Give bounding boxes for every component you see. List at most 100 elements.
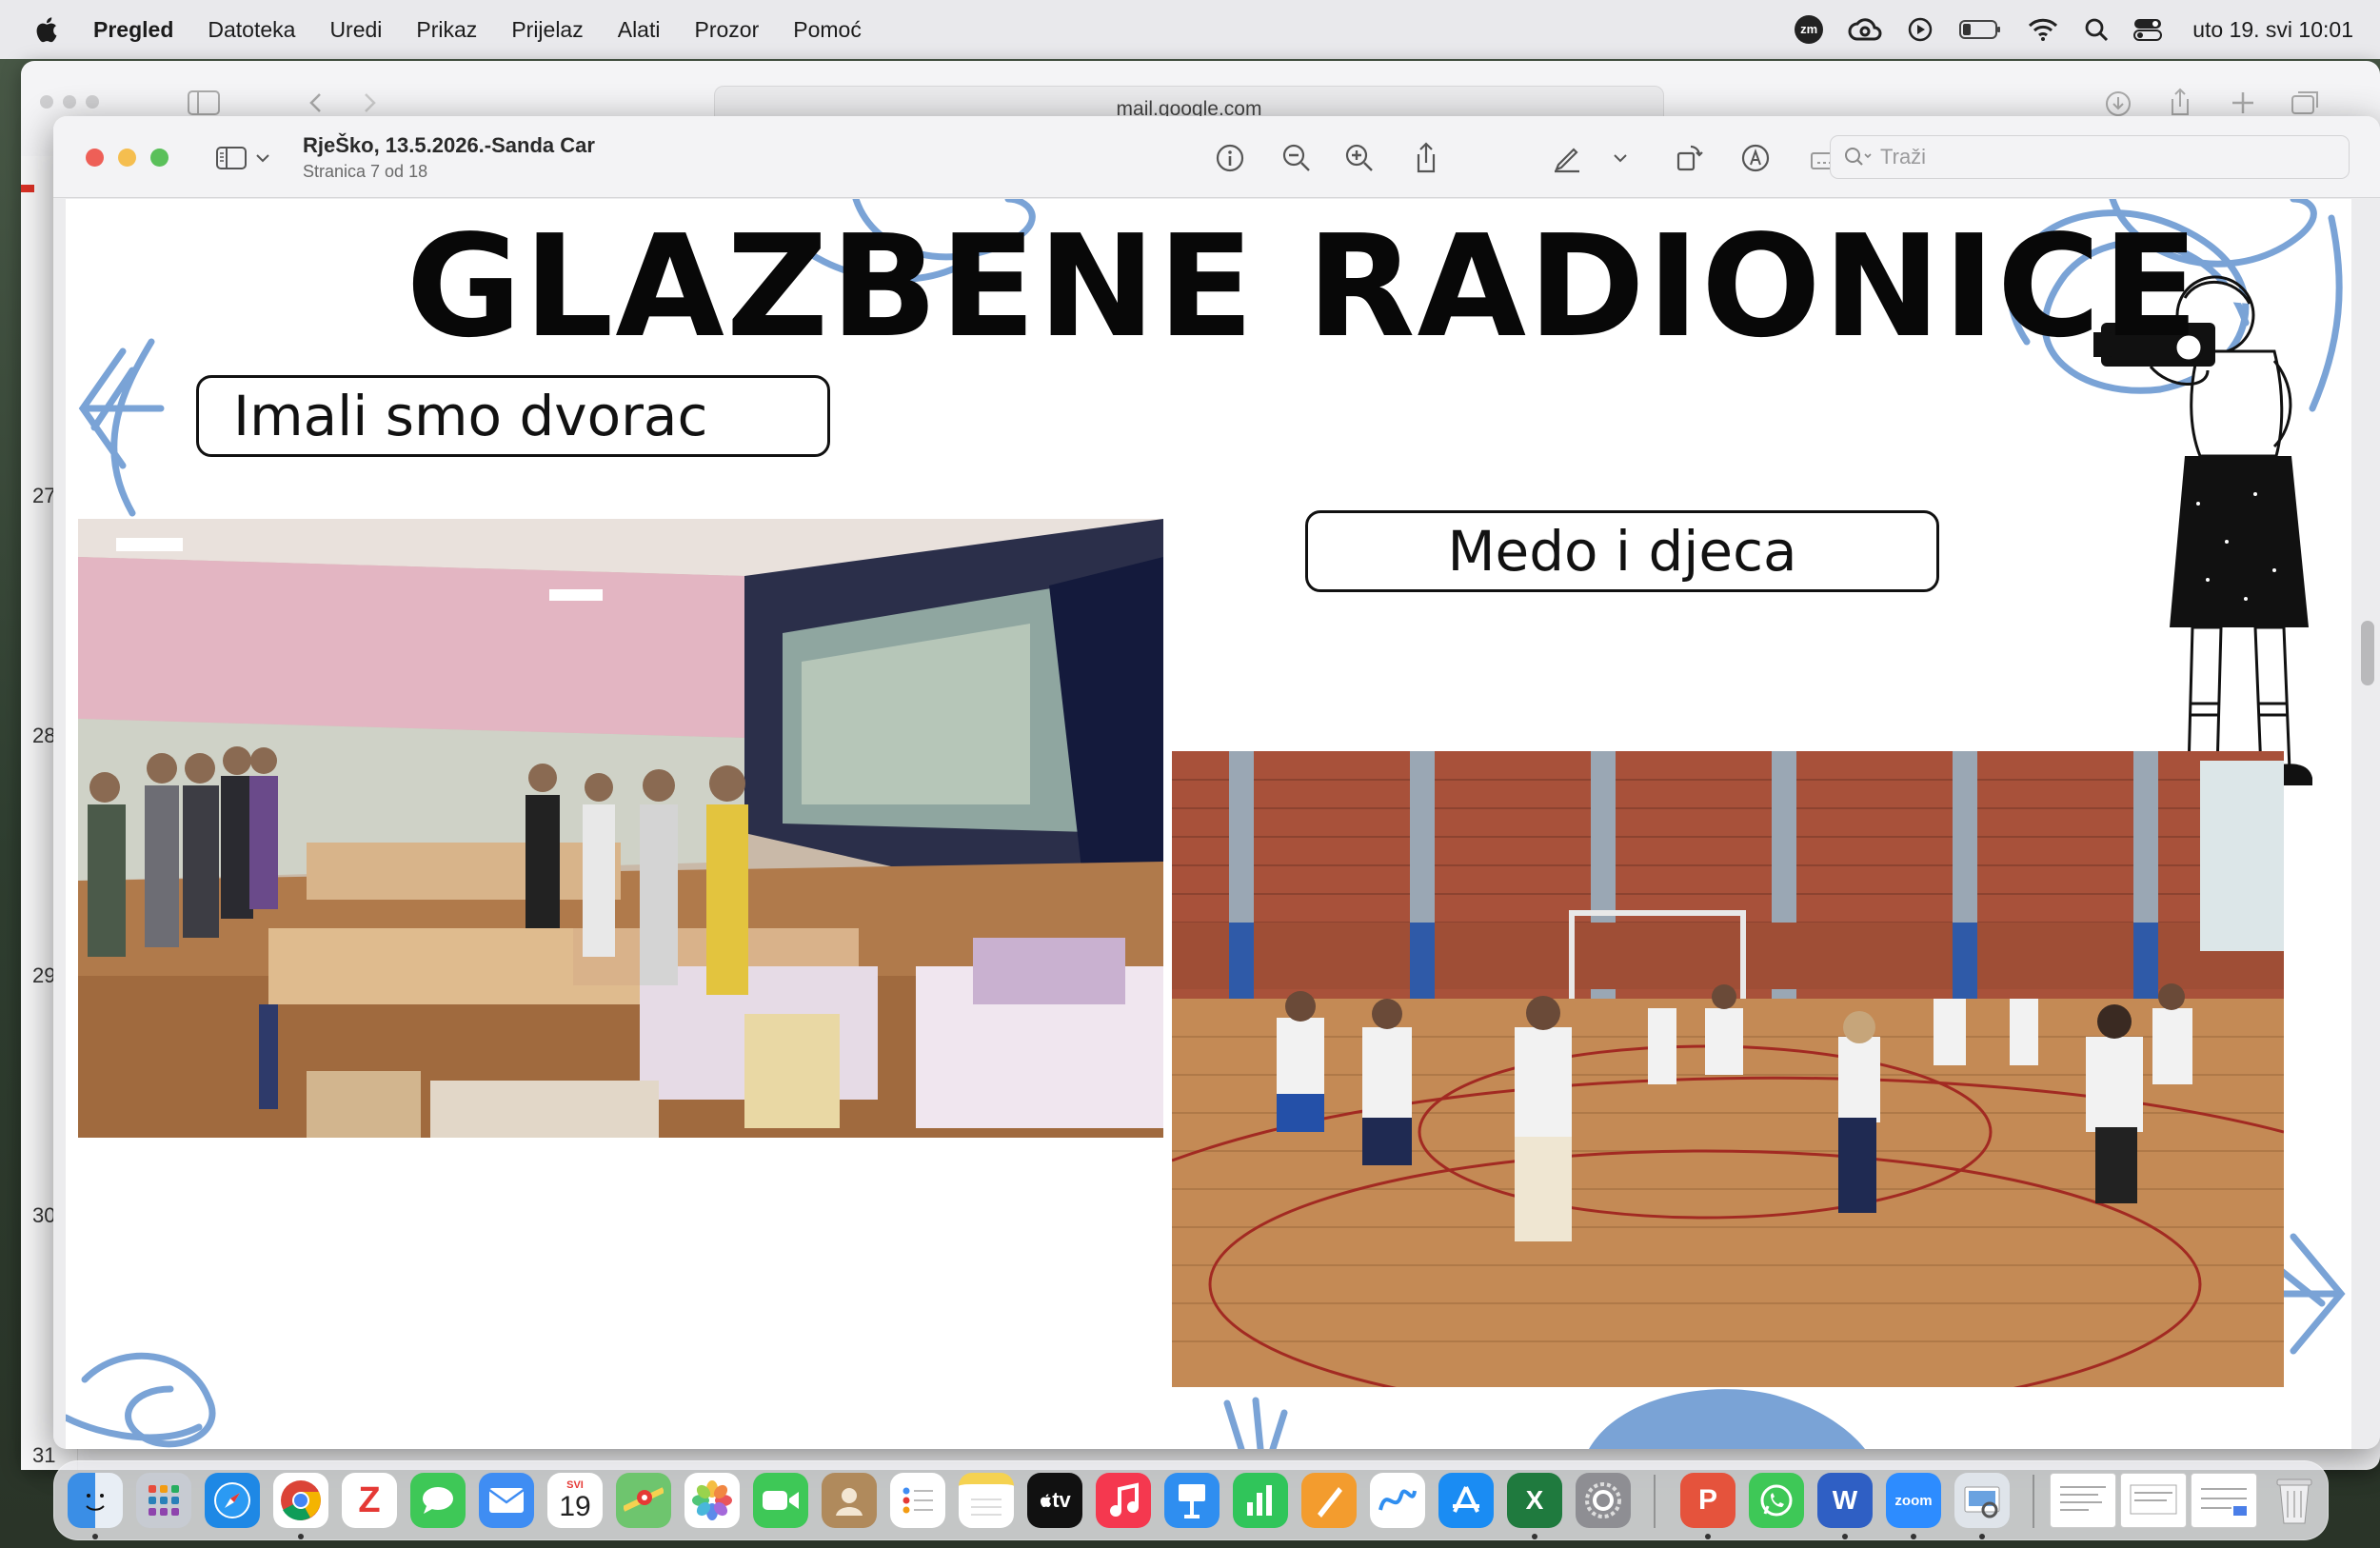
tv-label: tv	[1052, 1488, 1071, 1512]
calendar-day: 19	[559, 1491, 591, 1522]
menu-edit[interactable]: Uredi	[329, 17, 382, 43]
browser-zoom-button[interactable]	[86, 95, 99, 109]
menu-bar: Pregled Datoteka Uredi Prikaz Prijelaz A…	[0, 0, 2380, 59]
preview-window: RjeŠko, 13.5.2026.-Sanda Car Stranica 7 …	[53, 116, 2380, 1449]
whatsapp-icon[interactable]	[1749, 1473, 1804, 1528]
launchpad-icon[interactable]	[136, 1473, 191, 1528]
running-indicator	[1705, 1534, 1711, 1539]
side-number: 27	[32, 484, 56, 507]
apple-tv-icon[interactable]: tv	[1027, 1473, 1082, 1528]
zotero-icon[interactable]: Z	[342, 1473, 397, 1528]
browser-tabs-overview-icon[interactable]	[2291, 89, 2321, 116]
chevron-down-icon	[256, 154, 269, 163]
browser-download-icon[interactable]	[2104, 89, 2132, 118]
sidebar-toggle-button[interactable]	[215, 143, 274, 173]
sidebar-icon	[216, 147, 247, 169]
browser-sidebar-icon[interactable]	[187, 89, 221, 116]
spotlight-search-icon[interactable]	[2084, 17, 2109, 42]
music-icon[interactable]	[1096, 1473, 1151, 1528]
running-indicator	[298, 1534, 304, 1539]
info-icon	[1216, 144, 1244, 172]
menu-go[interactable]: Prijelaz	[511, 17, 583, 43]
browser-back-icon[interactable]	[307, 91, 326, 114]
running-indicator	[1842, 1534, 1848, 1539]
mail-icon[interactable]	[479, 1473, 534, 1528]
search-icon	[1845, 148, 1872, 166]
annotate-button[interactable]	[1738, 141, 1773, 175]
wifi-icon[interactable]	[2027, 17, 2059, 42]
menu-view[interactable]: Prikaz	[416, 17, 477, 43]
freeform-icon[interactable]	[1370, 1473, 1425, 1528]
word-icon[interactable]: W	[1817, 1473, 1873, 1528]
menu-tools[interactable]: Alati	[618, 17, 661, 43]
excel-icon[interactable]: X	[1507, 1473, 1562, 1528]
control-center-icon[interactable]	[2133, 17, 2163, 42]
pen-icon	[1555, 148, 1579, 173]
annotate-circle-icon	[1741, 144, 1770, 172]
powerpoint-icon[interactable]: P	[1680, 1473, 1735, 1528]
creative-cloud-icon[interactable]	[1848, 16, 1882, 43]
maps-icon[interactable]	[616, 1473, 671, 1528]
search-input[interactable]	[1880, 145, 2337, 169]
menu-window[interactable]: Prozor	[694, 17, 759, 43]
recent-document-thumbnail[interactable]	[2191, 1473, 2257, 1528]
label-medo-i-djeca: Medo i djeca	[1305, 510, 1939, 592]
zoom-in-icon	[1345, 144, 1373, 171]
chevron-down-icon	[1614, 154, 1627, 163]
apple-icon[interactable]	[32, 15, 59, 44]
menu-clock[interactable]: uto 19. svi 10:01	[2192, 17, 2353, 43]
menu-file[interactable]: Datoteka	[208, 17, 295, 43]
chrome-icon[interactable]	[273, 1473, 328, 1528]
battery-icon[interactable]	[1958, 18, 2002, 41]
zoom-status-icon[interactable]: zm	[1795, 15, 1824, 44]
browser-new-tab-icon[interactable]	[2230, 89, 2256, 116]
browser-close-button[interactable]	[40, 95, 53, 109]
markup-button[interactable]	[1550, 141, 1584, 175]
pdf-page: GLAZBENE RADIONICE Imali smo dvorac Medo…	[66, 199, 2351, 1449]
browser-forward-icon[interactable]	[360, 91, 379, 114]
label-right-text: Medo i djeca	[1447, 519, 1797, 584]
rotate-button[interactable]	[1672, 141, 1706, 175]
play-circle-icon[interactable]	[1907, 16, 1934, 43]
safari-icon[interactable]	[205, 1473, 260, 1528]
vertical-scrollbar[interactable]	[2361, 621, 2374, 685]
app-store-icon[interactable]	[1438, 1473, 1494, 1528]
menu-help[interactable]: Pomoć	[793, 17, 862, 43]
zoom-app-label: zoom	[1894, 1492, 1933, 1509]
zoom-app-icon[interactable]: zoom	[1886, 1473, 1941, 1528]
menu-app-name[interactable]: Pregled	[93, 17, 173, 43]
calendar-icon[interactable]: SVI 19	[547, 1473, 603, 1528]
numbers-icon[interactable]	[1233, 1473, 1288, 1528]
pages-icon[interactable]	[1301, 1473, 1357, 1528]
rotate-icon	[1676, 145, 1703, 171]
photos-icon[interactable]	[684, 1473, 740, 1528]
recent-document-thumbnail[interactable]	[2120, 1473, 2187, 1528]
zoom-window-button[interactable]	[150, 149, 169, 167]
gmail-tab-marker	[21, 185, 34, 192]
side-number: 30	[32, 1203, 56, 1227]
zoom-in-button[interactable]	[1342, 141, 1377, 175]
system-settings-icon[interactable]	[1576, 1473, 1631, 1528]
document-viewport[interactable]: GLAZBENE RADIONICE Imali smo dvorac Medo…	[53, 199, 2380, 1449]
messages-icon[interactable]	[410, 1473, 466, 1528]
contacts-icon[interactable]	[822, 1473, 877, 1528]
recent-document-thumbnail[interactable]	[2050, 1473, 2116, 1528]
facetime-icon[interactable]	[753, 1473, 808, 1528]
browser-share-icon[interactable]	[2167, 88, 2193, 118]
minimize-button[interactable]	[118, 149, 136, 167]
close-button[interactable]	[86, 149, 104, 167]
info-button[interactable]	[1213, 141, 1247, 175]
markup-menu-button[interactable]	[1609, 141, 1632, 175]
preview-app-icon[interactable]	[1954, 1473, 2010, 1528]
finder-icon[interactable]	[68, 1473, 123, 1528]
zoom-out-button[interactable]	[1279, 141, 1314, 175]
notes-icon[interactable]	[959, 1473, 1014, 1528]
reminders-icon[interactable]	[890, 1473, 945, 1528]
share-button[interactable]	[1409, 141, 1443, 175]
browser-minimize-button[interactable]	[63, 95, 76, 109]
search-field[interactable]	[1830, 135, 2350, 179]
trash-icon[interactable]	[2267, 1473, 2322, 1528]
dock: Z SVI 19 tv X P W zoom	[53, 1460, 2329, 1540]
gym-photo	[1172, 751, 2284, 1387]
keynote-icon[interactable]	[1164, 1473, 1220, 1528]
